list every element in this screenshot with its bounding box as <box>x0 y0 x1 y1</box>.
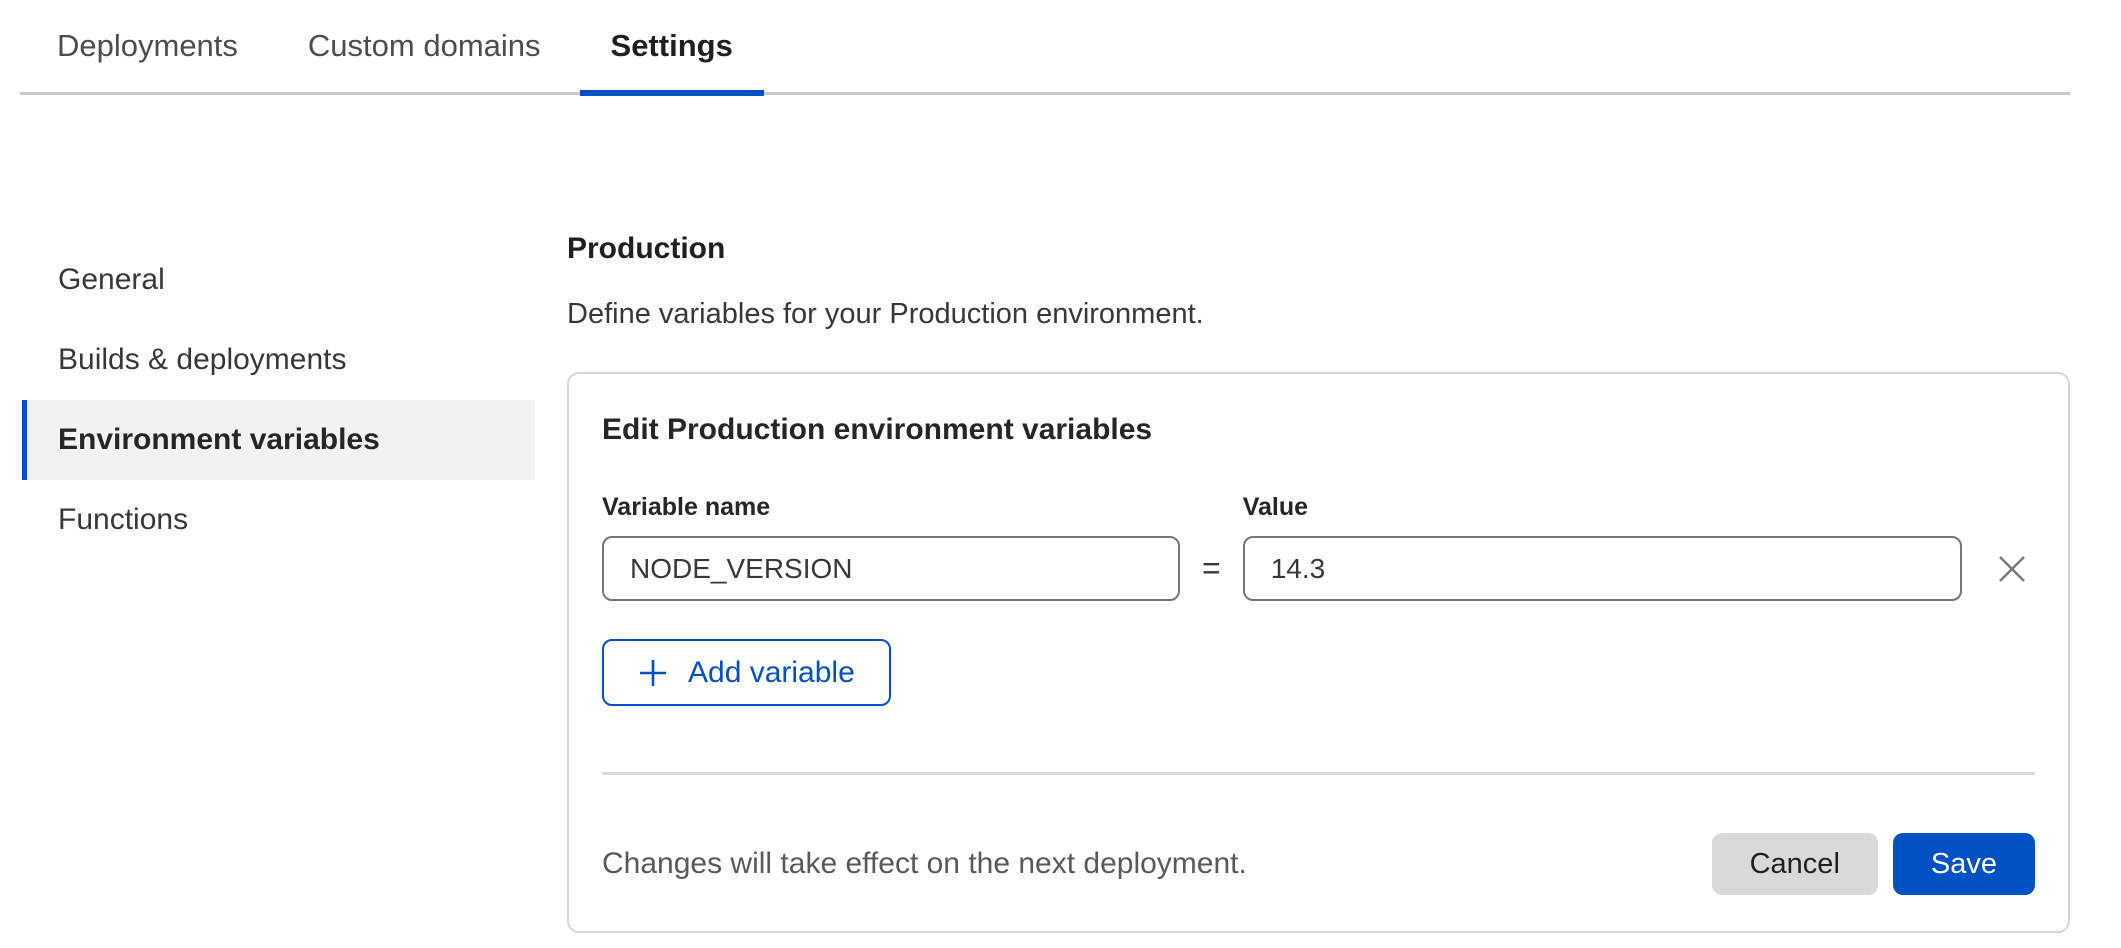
settings-sidebar: General Builds & deployments Environment… <box>22 240 535 560</box>
environment-variables-card: Edit Production environment variables Va… <box>567 372 2070 933</box>
variable-name-input[interactable] <box>602 536 1180 601</box>
add-variable-label: Add variable <box>688 656 855 690</box>
sidebar-item-functions[interactable]: Functions <box>22 480 535 560</box>
sidebar-item-general[interactable]: General <box>22 240 535 320</box>
deployment-note: Changes will take effect on the next dep… <box>602 847 1247 881</box>
footer-actions: Cancel Save <box>1712 833 2035 895</box>
variable-value-label: Value <box>1243 492 1962 522</box>
settings-main: Production Define variables for your Pro… <box>567 230 2070 933</box>
project-tabbar: Deployments Custom domains Settings <box>20 0 2070 95</box>
tab-deployments[interactable]: Deployments <box>26 0 269 92</box>
variable-value-input[interactable] <box>1243 536 1962 601</box>
x-close-icon <box>1995 552 2029 586</box>
save-button[interactable]: Save <box>1893 833 2035 895</box>
section-description: Define variables for your Production env… <box>567 296 2070 332</box>
tab-custom-domains[interactable]: Custom domains <box>277 0 572 92</box>
remove-variable-button[interactable] <box>1990 536 2035 601</box>
variable-value-field: Value <box>1243 492 1962 601</box>
card-divider <box>602 772 2035 775</box>
card-heading: Edit Production environment variables <box>602 410 2035 450</box>
variable-name-field: Variable name <box>602 492 1180 601</box>
add-variable-button[interactable]: Add variable <box>602 639 891 706</box>
tab-settings[interactable]: Settings <box>580 0 764 92</box>
equals-sign: = <box>1202 536 1221 601</box>
card-footer: Changes will take effect on the next dep… <box>602 833 2035 895</box>
sidebar-item-environment-variables[interactable]: Environment variables <box>22 400 535 480</box>
variable-row: Variable name = Value <box>602 492 2035 601</box>
plus-icon <box>638 658 668 688</box>
section-title: Production <box>567 230 2070 268</box>
variable-name-label: Variable name <box>602 492 1180 522</box>
cancel-button[interactable]: Cancel <box>1712 833 1878 895</box>
sidebar-item-builds-deployments[interactable]: Builds & deployments <box>22 320 535 400</box>
